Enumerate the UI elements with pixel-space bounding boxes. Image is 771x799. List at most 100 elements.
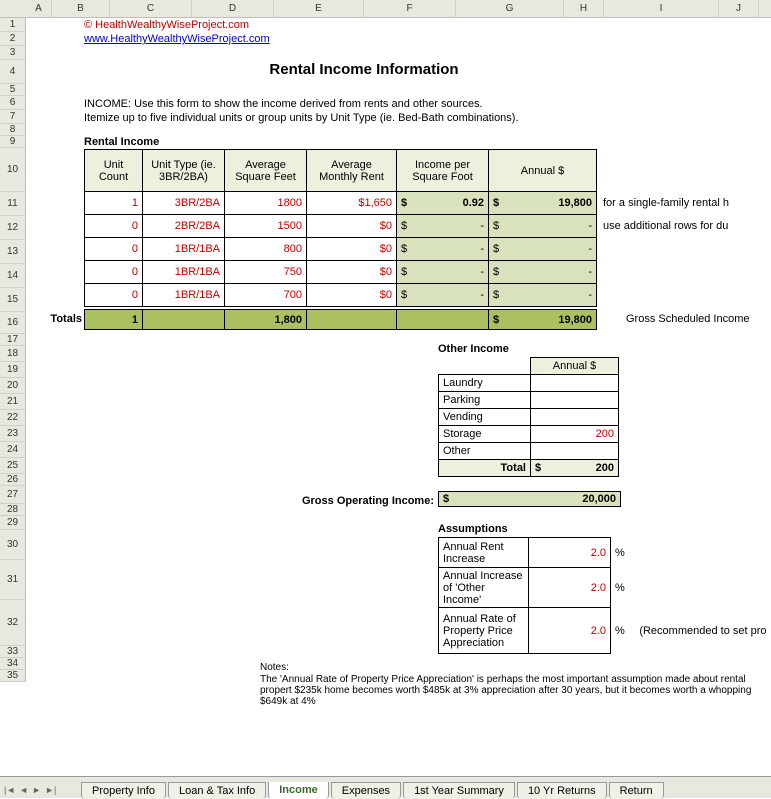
rental-cell-rent[interactable]: $0 bbox=[307, 284, 397, 307]
row-header-20[interactable]: 20 bbox=[0, 378, 25, 394]
row-header-19[interactable]: 19 bbox=[0, 362, 25, 378]
rental-row: 02BR/2BA1500$0$-$-use additional rows fo… bbox=[85, 215, 734, 238]
rental-cell-type[interactable]: 2BR/2BA bbox=[143, 215, 225, 238]
sheet-tab-10-yr-returns[interactable]: 10 Yr Returns bbox=[517, 782, 607, 799]
row-header-34[interactable]: 34 bbox=[0, 658, 25, 670]
row-header-10[interactable]: 10 bbox=[0, 148, 25, 192]
row-header-11[interactable]: 11 bbox=[0, 192, 25, 216]
row-header-7[interactable]: 7 bbox=[0, 110, 25, 124]
col-header-A[interactable]: A bbox=[26, 0, 52, 17]
col-header-J[interactable]: J bbox=[719, 0, 759, 17]
other-value[interactable] bbox=[531, 375, 619, 392]
sheet-tab-income[interactable]: Income bbox=[268, 782, 329, 799]
rental-cell-sqft[interactable]: 700 bbox=[225, 284, 307, 307]
row-header-25[interactable]: 25 bbox=[0, 458, 25, 474]
col-header-H[interactable]: H bbox=[564, 0, 604, 17]
rental-row: 01BR/1BA800$0$-$- bbox=[85, 238, 734, 261]
rental-cell-count[interactable]: 0 bbox=[85, 284, 143, 307]
row-header-35[interactable]: 35 bbox=[0, 670, 25, 682]
assumption-value[interactable]: 2.0 bbox=[528, 568, 610, 608]
row-header-31[interactable]: 31 bbox=[0, 560, 25, 600]
sheet-tab-expenses[interactable]: Expenses bbox=[331, 782, 401, 799]
col-header-F[interactable]: F bbox=[364, 0, 456, 17]
row-header-13[interactable]: 13 bbox=[0, 240, 25, 264]
tab-next-icon[interactable]: ► bbox=[30, 784, 43, 796]
row-header-2[interactable]: 2 bbox=[0, 32, 25, 46]
row-header-14[interactable]: 14 bbox=[0, 264, 25, 288]
row-header-27[interactable]: 27 bbox=[0, 486, 25, 504]
col-header-B[interactable]: B bbox=[52, 0, 110, 17]
rental-cell-sqft[interactable]: 800 bbox=[225, 238, 307, 261]
row-header-17[interactable]: 17 bbox=[0, 334, 25, 346]
row-header-18[interactable]: 18 bbox=[0, 346, 25, 362]
col-header-E[interactable]: E bbox=[274, 0, 364, 17]
row-header-16[interactable]: 16 bbox=[0, 312, 25, 334]
row-header-12[interactable]: 12 bbox=[0, 216, 25, 240]
rental-cell-type[interactable]: 1BR/1BA bbox=[143, 284, 225, 307]
assumptions-label: Assumptions bbox=[438, 523, 508, 535]
other-value[interactable] bbox=[531, 443, 619, 460]
rental-cell-rent[interactable]: $1,650 bbox=[307, 192, 397, 215]
rental-cell-rent[interactable]: $0 bbox=[307, 261, 397, 284]
row-header-21[interactable]: 21 bbox=[0, 394, 25, 410]
rental-row: 01BR/1BA750$0$-$- bbox=[85, 261, 734, 284]
row-header-8[interactable]: 8 bbox=[0, 124, 25, 136]
row-header-5[interactable]: 5 bbox=[0, 84, 25, 96]
rental-row-note: use additional rows for du bbox=[597, 215, 734, 238]
sheet-tab-1st-year-summary[interactable]: 1st Year Summary bbox=[403, 782, 515, 799]
rental-cell-sqft[interactable]: 750 bbox=[225, 261, 307, 284]
row-header-3[interactable]: 3 bbox=[0, 46, 25, 60]
col-header-C[interactable]: C bbox=[110, 0, 192, 17]
col-header-I[interactable]: I bbox=[604, 0, 719, 17]
tab-last-icon[interactable]: ►| bbox=[43, 784, 58, 796]
percent-symbol: % bbox=[611, 608, 630, 654]
row-header-1[interactable]: 1 bbox=[0, 18, 25, 32]
row-header-30[interactable]: 30 bbox=[0, 530, 25, 560]
other-income-row: Vending bbox=[439, 409, 619, 426]
website-link[interactable]: www.HealthyWealthyWiseProject.com bbox=[84, 33, 270, 45]
assumption-value[interactable]: 2.0 bbox=[528, 608, 610, 654]
other-value[interactable] bbox=[531, 409, 619, 426]
other-income-row: Other bbox=[439, 443, 619, 460]
rental-cell-rent[interactable]: $0 bbox=[307, 238, 397, 261]
row-header-9[interactable]: 9 bbox=[0, 136, 25, 148]
row-header-6[interactable]: 6 bbox=[0, 96, 25, 110]
rental-row-note bbox=[597, 238, 734, 261]
sheet-tab-loan-tax-info[interactable]: Loan & Tax Info bbox=[168, 782, 266, 799]
tab-prev-icon[interactable]: ◄ bbox=[17, 784, 30, 796]
row-header-29[interactable]: 29 bbox=[0, 516, 25, 530]
rental-cell-ipsf: $- bbox=[397, 238, 489, 261]
totals-cell-1 bbox=[143, 310, 225, 330]
assumption-note: (Recommended to set pro bbox=[629, 608, 770, 654]
tab-first-icon[interactable]: |◄ bbox=[2, 784, 17, 796]
rental-cell-type[interactable]: 3BR/2BA bbox=[143, 192, 225, 215]
rental-cell-count[interactable]: 0 bbox=[85, 238, 143, 261]
other-value[interactable] bbox=[531, 392, 619, 409]
sheet-tab-property-info[interactable]: Property Info bbox=[81, 782, 166, 799]
row-header-22[interactable]: 22 bbox=[0, 410, 25, 426]
row-header-15[interactable]: 15 bbox=[0, 288, 25, 312]
rental-cell-rent[interactable]: $0 bbox=[307, 215, 397, 238]
row-header-4[interactable]: 4 bbox=[0, 60, 25, 84]
other-value[interactable]: 200 bbox=[531, 426, 619, 443]
rental-cell-count[interactable]: 0 bbox=[85, 261, 143, 284]
tab-nav-arrows[interactable]: |◄ ◄ ► ►| bbox=[2, 784, 58, 796]
row-header-32[interactable]: 32 bbox=[0, 600, 25, 646]
row-header-26[interactable]: 26 bbox=[0, 474, 25, 486]
row-header-24[interactable]: 24 bbox=[0, 442, 25, 458]
rental-cell-type[interactable]: 1BR/1BA bbox=[143, 261, 225, 284]
rental-cell-count[interactable]: 0 bbox=[85, 215, 143, 238]
col-header-G[interactable]: G bbox=[456, 0, 564, 17]
sheet-tab-return[interactable]: Return bbox=[609, 782, 664, 799]
rental-cell-ipsf: $- bbox=[397, 215, 489, 238]
assumption-value[interactable]: 2.0 bbox=[528, 538, 610, 568]
rental-cell-count[interactable]: 1 bbox=[85, 192, 143, 215]
rental-cell-type[interactable]: 1BR/1BA bbox=[143, 238, 225, 261]
assumption-row: Annual Rent Increase2.0% bbox=[439, 538, 771, 568]
row-header-23[interactable]: 23 bbox=[0, 426, 25, 442]
col-header-D[interactable]: D bbox=[192, 0, 274, 17]
rental-cell-sqft[interactable]: 1500 bbox=[225, 215, 307, 238]
rental-cell-sqft[interactable]: 1800 bbox=[225, 192, 307, 215]
row-header-33[interactable]: 33 bbox=[0, 646, 25, 658]
row-header-28[interactable]: 28 bbox=[0, 504, 25, 516]
